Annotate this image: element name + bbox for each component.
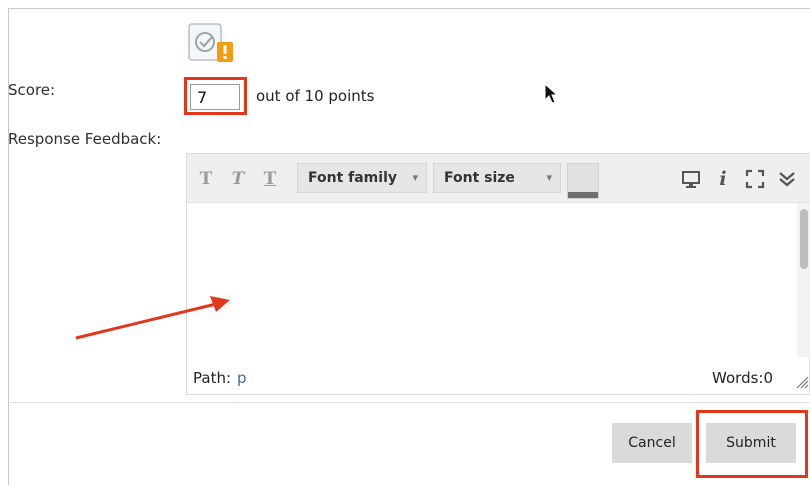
path-label: Path:	[193, 369, 232, 387]
resize-grip-icon[interactable]	[795, 375, 809, 389]
color-swatch	[568, 192, 598, 198]
bold-button[interactable]: T	[195, 165, 217, 193]
chevron-down-icon: ▾	[546, 171, 552, 184]
italic-button[interactable]: T	[227, 165, 249, 193]
response-feedback-label: Response Feedback:	[8, 130, 162, 148]
word-count: Words:0	[712, 369, 773, 387]
font-size-value: Font size	[444, 170, 515, 186]
info-icon[interactable]: i	[711, 167, 735, 191]
frame-top-line	[8, 8, 810, 9]
score-label: Score:	[8, 81, 56, 99]
expand-toolbar-icon[interactable]	[775, 167, 799, 191]
score-highlight-box	[184, 77, 247, 115]
frame-left-line	[8, 8, 9, 485]
cancel-button[interactable]: Cancel	[612, 423, 692, 463]
editor-statusbar: Path: p Words:0	[187, 357, 810, 395]
scrollbar-thumb[interactable]	[800, 209, 808, 269]
footer-divider	[10, 402, 810, 403]
editor-toolbar: T T T Font family ▾ Font size ▾ i	[187, 154, 810, 203]
mouse-cursor-icon	[544, 83, 558, 104]
score-out-of-text: out of 10 points	[256, 87, 375, 105]
fullscreen-icon[interactable]	[743, 167, 767, 191]
underline-button[interactable]: T	[259, 165, 281, 193]
chevron-down-icon: ▾	[412, 171, 418, 184]
path-value[interactable]: p	[237, 369, 247, 387]
font-size-select[interactable]: Font size ▾	[433, 163, 561, 193]
editor-content-area[interactable]	[187, 203, 810, 357]
submit-highlight-box	[696, 410, 808, 478]
font-family-select[interactable]: Font family ▾	[297, 163, 427, 193]
annotation-arrow	[75, 296, 230, 340]
text-color-picker[interactable]	[567, 163, 599, 199]
feedback-editor: T T T Font family ▾ Font size ▾ i Path: …	[186, 153, 810, 395]
preview-icon[interactable]	[679, 167, 703, 191]
needs-grading-icon	[188, 23, 233, 62]
font-family-value: Font family	[308, 170, 397, 186]
editor-scrollbar[interactable]	[797, 203, 810, 357]
